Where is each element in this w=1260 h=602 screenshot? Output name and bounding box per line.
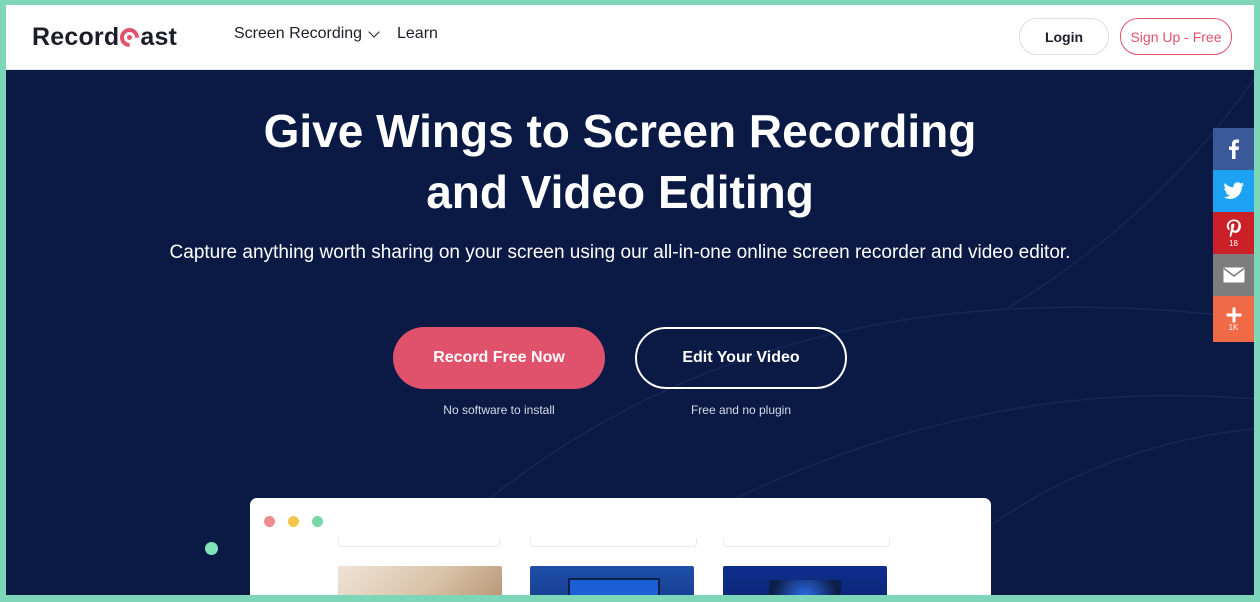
video-thumbnail: [338, 566, 502, 595]
more-share-button[interactable]: 1K: [1213, 296, 1254, 342]
decorative-dot: [205, 542, 218, 555]
email-icon: [1223, 267, 1244, 283]
record-free-now-button[interactable]: Record Free Now: [393, 327, 605, 389]
share-more-icon: [1226, 307, 1241, 322]
video-thumbnail: [530, 566, 694, 595]
window-close-dot: [264, 516, 275, 527]
hero-title-line-1: Give Wings to Screen Recording: [263, 105, 977, 157]
nav-screen-recording-label: Screen Recording: [234, 25, 363, 42]
nav-learn[interactable]: Learn: [397, 25, 438, 43]
facebook-share-button[interactable]: [1213, 128, 1254, 170]
logo-text-prefix: Record: [32, 22, 120, 51]
social-share-bar: 18 1K: [1213, 128, 1254, 342]
pinterest-share-button[interactable]: 18: [1213, 212, 1254, 254]
nav-learn-label: Learn: [397, 25, 438, 42]
pinterest-share-count: 18: [1229, 238, 1238, 248]
hero-subtitle: Capture anything worth sharing on your s…: [169, 242, 1071, 263]
window-maximize-dot: [312, 516, 323, 527]
laptop-screen-image: [568, 578, 660, 595]
total-share-count: 1K: [1228, 322, 1239, 332]
hero-title: Give Wings to Screen Recording and Video…: [6, 101, 1234, 223]
preview-tab: [723, 538, 890, 547]
facebook-icon: [1228, 139, 1239, 159]
hero-title-line-2: and Video Editing: [426, 166, 814, 218]
nav-screen-recording[interactable]: Screen Recording: [234, 25, 380, 43]
pinterest-icon: [1226, 219, 1241, 238]
browser-viewport: Record ast Screen Recording Learn Login …: [6, 5, 1254, 595]
edit-button-note: Free and no plugin: [690, 403, 792, 417]
logo-record-icon: [116, 23, 144, 51]
signup-button[interactable]: Sign Up - Free: [1120, 18, 1232, 55]
preview-tab: [530, 538, 697, 547]
video-thumbnail: [723, 566, 887, 595]
preview-tab: [338, 538, 500, 547]
monitor-screen-image: [769, 580, 841, 595]
login-button[interactable]: Login: [1019, 18, 1109, 55]
recordcast-logo[interactable]: Record ast: [32, 21, 177, 53]
site-header: Record ast Screen Recording Learn Login …: [6, 5, 1254, 70]
logo-text-suffix: ast: [140, 22, 178, 51]
chevron-down-icon: [368, 25, 380, 38]
email-share-button[interactable]: [1213, 254, 1254, 296]
app-preview-window: [250, 498, 991, 595]
edit-your-video-button[interactable]: Edit Your Video: [635, 327, 847, 389]
record-button-note: No software to install: [443, 403, 555, 417]
twitter-icon: [1223, 182, 1244, 199]
twitter-share-button[interactable]: [1213, 170, 1254, 212]
window-minimize-dot: [288, 516, 299, 527]
